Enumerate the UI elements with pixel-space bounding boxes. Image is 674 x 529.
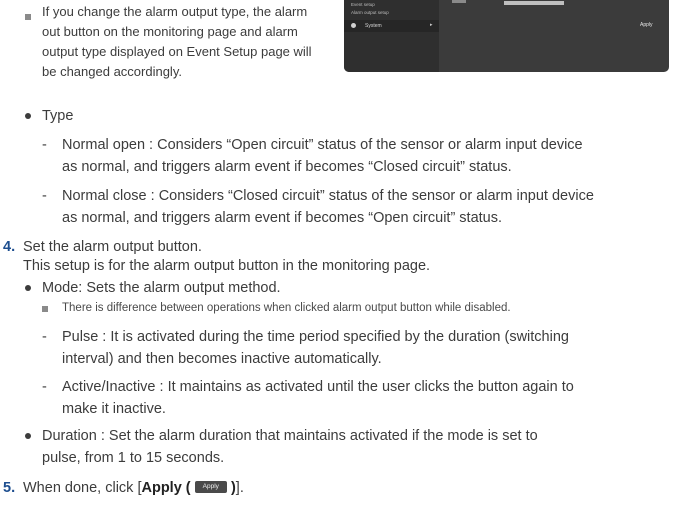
menu-item-system: System ▸ [344, 20, 439, 32]
normal-open-line: as normal, and triggers alarm event if b… [62, 159, 512, 175]
step5-before: When done, click [ [23, 480, 142, 496]
bullet-icon [25, 285, 31, 291]
type-heading: Type [42, 108, 74, 124]
chevron-right-icon: ▸ [430, 22, 433, 28]
note-line: out button on the monitoring page and al… [42, 24, 298, 39]
note-line: If you change the alarm output type, the… [42, 4, 308, 19]
normal-open-text: Normal open : Considers “Open circuit” s… [62, 135, 672, 177]
settings-screenshot: Event setup Alarm output setup System ▸ … [344, 0, 669, 72]
gear-icon [351, 23, 356, 28]
bullet-icon [25, 113, 31, 119]
step4-desc: This setup is for the alarm output butto… [23, 258, 431, 274]
dash: - [42, 188, 47, 204]
active-line: make it inactive. [62, 401, 166, 417]
note-text: If you change the alarm output type, the… [42, 2, 342, 82]
duration-line: Duration : Set the alarm duration that m… [42, 428, 538, 444]
duration-text: Duration : Set the alarm duration that m… [42, 426, 672, 468]
apply-button-image: Apply [194, 481, 227, 494]
menu-item-event-setup: Event setup [351, 2, 375, 7]
duration-field [504, 1, 564, 5]
mode-text: Mode: Sets the alarm output method. [42, 280, 281, 296]
step-number: 5. [3, 480, 16, 496]
duration-line: pulse, from 1 to 15 seconds. [42, 450, 225, 466]
system-label: System [365, 23, 382, 29]
mode-note: There is difference between operations w… [62, 302, 511, 314]
active-text: Active/Inactive : It maintains as activa… [62, 377, 672, 419]
note-square-icon [25, 14, 31, 20]
dash: - [42, 379, 47, 395]
note-line: output type displayed on Event Setup pag… [42, 44, 312, 59]
screenshot-content: Apply [444, 0, 664, 72]
step5-text: When done, click [Apply ( Apply )]. [23, 478, 244, 498]
menu-item-alarm-output: Alarm output setup [351, 10, 389, 15]
screenshot-apply-button: Apply [640, 22, 653, 28]
bullet-icon [25, 433, 31, 439]
field-label [452, 0, 466, 3]
step5-after: ]. [235, 480, 244, 496]
active-line: Active/Inactive : It maintains as activa… [62, 379, 574, 395]
dash: - [42, 137, 47, 153]
note-square-icon [42, 306, 48, 312]
normal-open-line: Normal open : Considers “Open circuit” s… [62, 137, 583, 153]
normal-close-line: Normal close : Considers “Closed circuit… [62, 188, 594, 204]
normal-close-text: Normal close : Considers “Closed circuit… [62, 186, 672, 228]
step5-bold: Apply ( [141, 480, 191, 496]
step-number: 4. [3, 239, 16, 255]
step4-title: Set the alarm output button. [23, 239, 202, 255]
pulse-text: Pulse : It is activated during the time … [62, 327, 672, 369]
pulse-line: interval) and then becomes inactive auto… [62, 351, 382, 367]
dash: - [42, 329, 47, 345]
note-line: be changed accordingly. [42, 64, 182, 79]
screenshot-menu: Event setup Alarm output setup System ▸ [344, 0, 439, 72]
pulse-line: Pulse : It is activated during the time … [62, 329, 569, 345]
normal-close-line: as normal, and triggers alarm event if b… [62, 210, 503, 226]
